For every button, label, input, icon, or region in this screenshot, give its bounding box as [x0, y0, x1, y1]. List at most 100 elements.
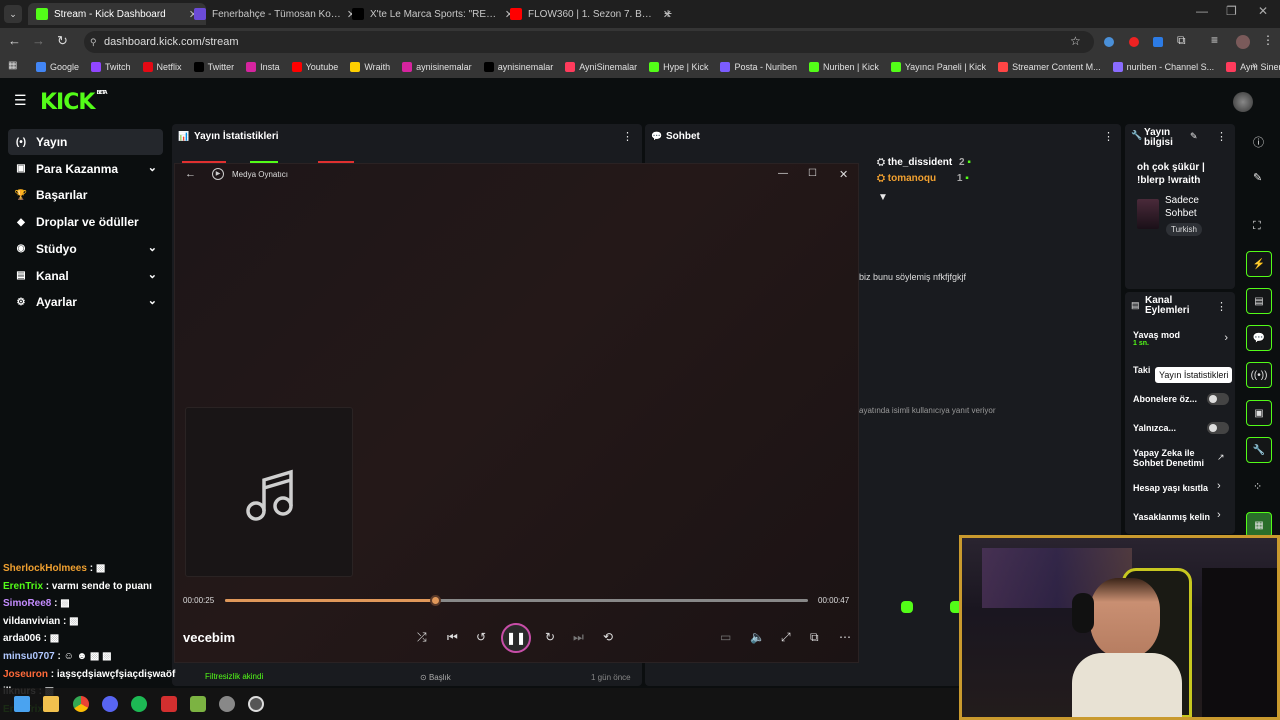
- restore-window-button[interactable]: ❐: [1226, 4, 1237, 18]
- stream-info-menu-icon[interactable]: ⋮: [1216, 130, 1227, 143]
- forward-30-icon[interactable]: ↻: [545, 630, 555, 644]
- close-window-button[interactable]: ✕: [1258, 4, 1268, 18]
- edit-pencil-icon[interactable]: ✎: [1190, 131, 1198, 142]
- subscribers-only-toggle[interactable]: [1207, 393, 1229, 405]
- bookmark-star-icon[interactable]: ☆: [1070, 34, 1081, 48]
- minimize-window-button[interactable]: —: [1196, 4, 1208, 18]
- seek-bar[interactable]: [225, 595, 808, 606]
- ai-moderation-row[interactable]: Yapay Zeka ile Sohbet Denetimi: [1133, 448, 1213, 468]
- filter-icon[interactable]: ▼: [878, 192, 888, 203]
- reload-icon[interactable]: ↻: [57, 33, 68, 49]
- channel-actions-menu-icon[interactable]: ⋮: [1216, 300, 1227, 313]
- new-tab-button[interactable]: +: [664, 5, 672, 21]
- more-options-icon[interactable]: ⋯: [839, 630, 851, 644]
- wrench-tool-icon[interactable]: 🔧: [1246, 437, 1272, 463]
- extension-icon-2[interactable]: [1129, 37, 1139, 47]
- chat-panel-menu-icon[interactable]: ⋮: [1103, 130, 1114, 143]
- bookmark-item[interactable]: Twitter: [193, 62, 234, 72]
- profile-avatar[interactable]: [1236, 35, 1250, 49]
- account-age-row[interactable]: Hesap yaşı kısıtla: [1133, 483, 1208, 493]
- next-icon[interactable]: ⏭: [573, 630, 584, 645]
- bookmark-item[interactable]: Youtube: [291, 62, 338, 72]
- bookmark-item[interactable]: Posta - Nuriben: [720, 62, 797, 72]
- shuffle-icon[interactable]: ⤮: [417, 630, 427, 645]
- media-player-taskbar-icon[interactable]: [248, 696, 264, 712]
- sidebar-item[interactable]: (•) Yayın: [8, 129, 163, 155]
- bookmark-item[interactable]: Hype | Kick: [649, 62, 708, 72]
- repeat-off-icon[interactable]: ⟲: [603, 630, 613, 644]
- more-bookmarks-icon[interactable]: »: [1252, 60, 1258, 71]
- player-maximize-button[interactable]: ☐: [808, 168, 817, 179]
- player-back-icon[interactable]: ←: [185, 168, 196, 180]
- bookmark-item[interactable]: Netflix: [142, 62, 182, 72]
- emote-only-row[interactable]: Yalnızca...: [1133, 423, 1176, 433]
- seek-knob[interactable]: [429, 595, 441, 606]
- bookmark-item[interactable]: Streamer Content M...: [998, 62, 1101, 72]
- bookmark-item[interactable]: Wraith: [350, 62, 390, 72]
- emote-icon[interactable]: [901, 601, 913, 613]
- slow-mode-row[interactable]: Yavaş mod 1 sn. ›: [1133, 330, 1228, 347]
- sidebar-item[interactable]: ▣ Para Kazanma ⌄: [8, 156, 163, 182]
- stats-panel-menu-icon[interactable]: ⋮: [622, 130, 633, 143]
- chat-bubble-icon[interactable]: 💬: [1246, 325, 1272, 351]
- player-minimize-button[interactable]: —: [778, 168, 788, 179]
- site-info-icon[interactable]: ⚲: [90, 31, 97, 53]
- layout-icon[interactable]: ▣: [1246, 400, 1272, 426]
- pause-button[interactable]: ❚❚: [501, 623, 531, 653]
- sidebar-item[interactable]: 🏆 Başarılar: [8, 182, 163, 208]
- kick-logo[interactable]: KICK BETA: [40, 90, 108, 115]
- mini-player-icon[interactable]: ⧉: [810, 630, 819, 645]
- broadcast-icon[interactable]: ((•)): [1246, 362, 1272, 388]
- bookmark-item[interactable]: aynisinemalar: [483, 62, 553, 72]
- hamburger-menu-icon[interactable]: ☰: [14, 92, 27, 109]
- chat-user-row[interactable]: ⛭ tomanoqu 1 ▪: [877, 173, 969, 184]
- bookmark-item[interactable]: aynisinemalar: [402, 62, 472, 72]
- extensions-puzzle-icon[interactable]: ⧉: [1177, 33, 1186, 48]
- bookmark-item[interactable]: nuriben - Channel S...: [1112, 62, 1214, 72]
- document-icon[interactable]: ▤: [1246, 288, 1272, 314]
- chat-user-row[interactable]: ⛭ the_dissident 2 ▪: [877, 157, 971, 168]
- player-close-button[interactable]: ✕: [839, 168, 848, 181]
- subscribers-only-row[interactable]: Abonelere öz...: [1133, 394, 1197, 404]
- bookmark-item[interactable]: AyniSinemalar: [565, 62, 637, 72]
- sidebar-item[interactable]: ◉ Stüdyo ⌄: [8, 236, 163, 262]
- bookmark-item[interactable]: Google: [36, 62, 79, 72]
- address-input[interactable]: ⚲ dashboard.kick.com/stream: [84, 31, 1094, 53]
- app-gray-icon[interactable]: [219, 696, 235, 712]
- volume-icon[interactable]: 🔈: [750, 630, 765, 644]
- browser-tab[interactable]: Stream - Kick Dashboard✕: [28, 3, 206, 25]
- sidebar-item[interactable]: ▤ Kanal ⌄: [8, 263, 163, 289]
- info-icon[interactable]: ⓘ: [1253, 134, 1264, 150]
- browser-menu-icon[interactable]: ⋮: [1262, 33, 1274, 47]
- browser-tab[interactable]: X'te Le Marca Sports: "RESMİ | ...✕: [344, 3, 522, 25]
- discord-icon[interactable]: [102, 696, 118, 712]
- extension-icon-3[interactable]: [1153, 37, 1163, 47]
- browser-tab[interactable]: Fenerbahçe - Tümosan Konyaspor✕: [186, 3, 364, 25]
- rewind-10-icon[interactable]: ↺: [476, 630, 486, 644]
- app-green-icon[interactable]: [190, 696, 206, 712]
- bookmark-item[interactable]: Insta: [246, 62, 280, 72]
- sidebar-item[interactable]: ◆ Droplar ve ödüller: [8, 209, 163, 235]
- fullscreen-icon[interactable]: ⤢: [781, 630, 791, 645]
- forward-icon[interactable]: →: [32, 33, 45, 48]
- browser-tab[interactable]: FLOW360 | 1. Sezon 7. Bölüm | ...✕: [502, 3, 680, 25]
- back-icon[interactable]: ←: [8, 33, 21, 48]
- file-explorer-icon[interactable]: [43, 696, 59, 712]
- chrome-icon[interactable]: [73, 696, 89, 712]
- extension-icon-1[interactable]: [1104, 37, 1114, 47]
- focus-icon[interactable]: ⛶: [1253, 220, 1261, 233]
- lightning-icon[interactable]: ⚡: [1246, 251, 1272, 277]
- reading-list-icon[interactable]: ≡: [1211, 33, 1218, 47]
- bookmark-item[interactable]: Nuriben | Kick: [808, 62, 879, 72]
- followers-only-row[interactable]: Taki: [1133, 365, 1150, 375]
- banned-words-row[interactable]: Yasaklanmış kelin: [1133, 512, 1210, 522]
- tab-menu-button[interactable]: ⌄: [4, 5, 22, 23]
- pencil-icon[interactable]: ✎: [1253, 171, 1262, 184]
- spotify-icon[interactable]: [131, 696, 147, 712]
- windows-start-icon[interactable]: [14, 696, 30, 712]
- sidebar-item[interactable]: ⚙ Ayarlar ⌄: [8, 289, 163, 315]
- bookmark-item[interactable]: Yayıncı Paneli | Kick: [890, 62, 986, 72]
- captions-icon[interactable]: ▭: [720, 630, 731, 644]
- previous-icon[interactable]: ⏮: [447, 630, 458, 645]
- user-avatar[interactable]: [1233, 92, 1253, 112]
